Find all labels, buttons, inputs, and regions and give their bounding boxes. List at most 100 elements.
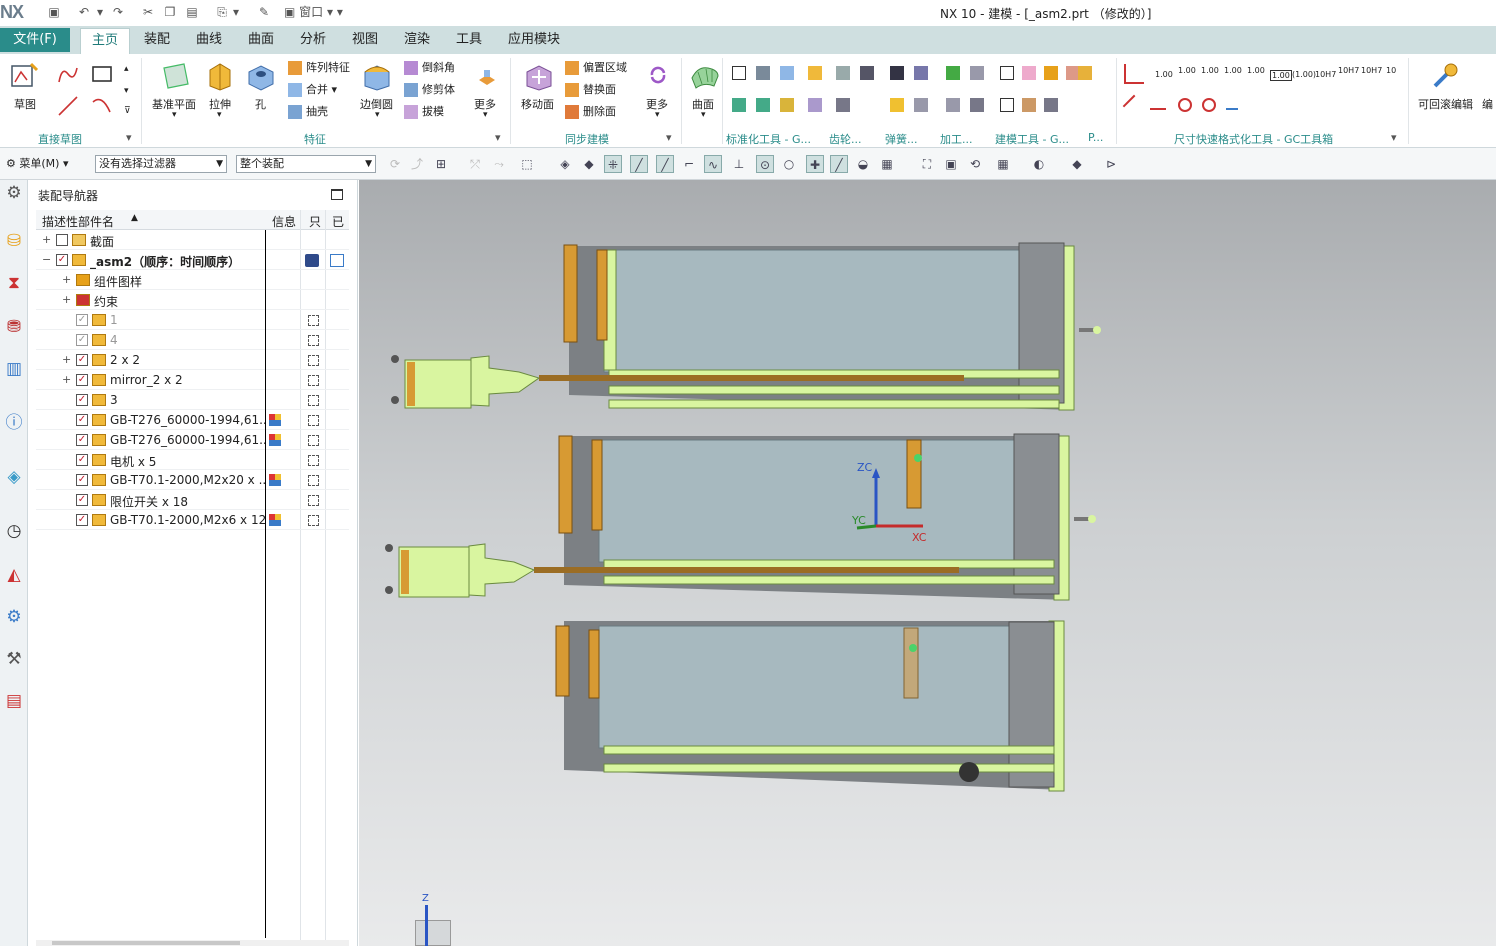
copy-icon[interactable]: ❐ [162,4,178,20]
only-checkbox[interactable] [308,315,319,326]
tab-applications[interactable]: 应用模块 [499,28,569,54]
snap-center-icon[interactable]: ⊙ [756,155,774,173]
only-checkbox[interactable] [308,355,319,366]
gallery-scroll-up-icon[interactable]: ▴ [124,64,129,74]
replace-face-button[interactable]: 替换面 [565,81,616,97]
gc-tool-icon[interactable] [1022,66,1036,80]
tab-tools[interactable]: 工具 [447,28,491,54]
sketch-button[interactable]: 草图 [14,96,36,112]
repeat-dropdown-icon[interactable]: ▾ [232,4,240,20]
orient-view-icon[interactable]: ▦ [994,155,1012,173]
zoom-icon[interactable]: ▣ [942,155,960,173]
pattern-feature-button[interactable]: 阵列特征 [288,59,350,75]
datum-plane-dropdown-icon[interactable]: ▾ [172,110,177,120]
snap-curve-icon[interactable]: ⌐ [680,155,698,173]
navigator-row[interactable]: + 截面 [36,230,349,250]
component-info-icon[interactable] [269,434,281,446]
undo-dropdown-icon[interactable]: ▾ [96,4,104,20]
expand-icon[interactable]: + [62,273,72,286]
line-icon[interactable] [56,94,80,118]
gc-tool-icon[interactable] [890,66,904,80]
trim-body-button[interactable]: 修剪体 [404,81,455,97]
rectangle-select-icon[interactable]: ⬚ [518,155,536,173]
tol-label-1[interactable]: 1.00 [1155,70,1173,79]
tol-label-5[interactable]: 1.00 [1247,66,1265,75]
group-dim-dropdown[interactable]: ▾ [1391,131,1397,145]
navigator-row[interactable]: ✓ GB-T70.1-2000,M2x20 x ... [36,470,349,490]
gc-tool-icon[interactable] [732,66,746,80]
gc-tool-icon[interactable] [808,66,822,80]
filter-tool-icon[interactable]: ⤴ [408,155,426,173]
touch-mode-icon[interactable]: ✎ [256,4,272,20]
modified-edit-icon[interactable] [330,254,344,267]
offset-region-button[interactable]: 偏置区域 [565,59,627,75]
snap-endpoint-icon[interactable]: ╱ [630,155,648,173]
gc-tool-icon[interactable] [732,98,746,112]
column-header-only[interactable]: 只 [309,213,321,230]
history-clock-icon[interactable]: ◷ [2,518,26,544]
only-checkbox[interactable] [308,435,319,446]
diameter-tool-icon[interactable] [1202,98,1216,112]
column-header-modified[interactable]: 已 [332,213,344,230]
redo-icon[interactable]: ↷ [110,4,126,20]
draft-button[interactable]: 拔模 [404,103,444,119]
gc-tool-icon[interactable] [1000,66,1014,80]
navigator-row[interactable]: ✓ 3 [36,390,349,410]
group-feature-dropdown[interactable]: ▾ [495,131,501,145]
visibility-checkbox[interactable]: ✓ [76,414,88,426]
component-info-icon[interactable] [269,514,281,526]
linear-module-3[interactable] [555,620,1065,792]
gallery-expand-icon[interactable]: ⊽ [124,106,131,116]
only-checkbox[interactable] [308,515,319,526]
gc-tool-icon[interactable] [914,98,928,112]
tab-surface[interactable]: 曲面 [239,28,283,54]
cut-icon[interactable]: ✂ [140,4,156,20]
dimension-tool-icon[interactable] [1124,64,1144,84]
selection-filter-select[interactable]: 没有选择过滤器 ▼ [95,155,227,173]
collapse-icon[interactable]: − [42,253,52,266]
linear-module-2[interactable] [385,433,1096,601]
roles-icon[interactable]: ▤ [2,688,26,714]
only-checkbox[interactable] [308,335,319,346]
visibility-checkbox[interactable]: ✓ [76,474,88,486]
gc-tool-icon[interactable] [836,98,850,112]
maximize-icon[interactable] [331,189,343,200]
gc-tool-icon[interactable] [970,66,984,80]
visibility-checkbox[interactable] [56,234,68,246]
tol-label-2[interactable]: 1.00 [1178,66,1196,75]
selection-scope-select[interactable]: 整个装配 ▼ [236,155,376,173]
render-style-icon[interactable]: ◐ [1030,155,1048,173]
navigator-row[interactable]: ✓ GB-T276_60000-1994,61... [36,430,349,450]
gc-tool-icon[interactable] [1078,66,1092,80]
only-checkbox[interactable] [308,395,319,406]
visibility-checkbox[interactable]: ✓ [76,374,88,386]
tol-label-4[interactable]: 1.00 [1224,66,1242,75]
tol-label-9[interactable]: 10H7 [1338,66,1359,75]
assembly-navigator-icon[interactable]: ⛁ [2,228,26,254]
diameter-tool-icon[interactable] [1178,98,1192,112]
group-sync-dropdown[interactable]: ▾ [666,131,672,145]
visibility-checkbox[interactable]: ✓ [76,454,88,466]
tol-label-10[interactable]: 10H7 [1361,66,1382,75]
tol-label-6[interactable]: 1.00 [1270,70,1292,81]
save-icon[interactable]: ▣ [46,4,62,20]
surface-dropdown-icon[interactable]: ▾ [701,110,706,120]
revert-tool-icon[interactable] [1226,100,1238,110]
visibility-checkbox[interactable]: ✓ [76,514,88,526]
tol-label-7[interactable]: (1.00) [1292,70,1316,79]
navigator-row[interactable]: − ✓ _asm2（顺序：时间顺序） [36,250,349,270]
scrollbar-thumb[interactable] [52,941,240,945]
navigator-row[interactable]: ✓ 1 [36,310,349,330]
filter-tool-icon[interactable]: ⟳ [386,155,404,173]
navigator-row[interactable]: ✓ 电机 x 5 [36,450,349,470]
gc-tool-icon[interactable] [1000,98,1014,112]
view-triad-cube[interactable] [415,920,451,946]
gc-tool-icon[interactable] [780,66,794,80]
gc-tool-icon[interactable] [860,66,874,80]
file-tab[interactable]: 文件(F) [0,28,70,52]
visibility-checkbox[interactable]: ✓ [56,254,68,266]
navigator-row[interactable]: + 组件图样 [36,270,349,290]
expand-icon[interactable]: + [42,233,52,246]
visibility-checkbox[interactable]: ✓ [76,434,88,446]
column-header-name[interactable]: 描述性部件名 [42,213,114,230]
